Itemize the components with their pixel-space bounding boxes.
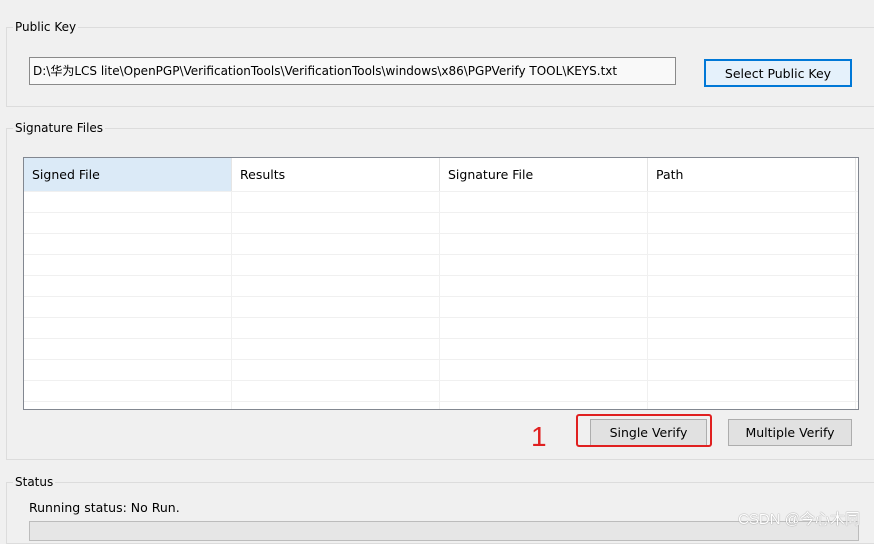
table-row[interactable] (24, 275, 858, 296)
table-row[interactable] (24, 296, 858, 317)
table-row[interactable] (24, 338, 858, 359)
signature-files-group-title: Signature Files (13, 120, 106, 136)
table-cell (24, 234, 232, 254)
table-cell (24, 339, 232, 359)
table-cell (648, 297, 856, 317)
table-cell (440, 402, 648, 409)
table-cell (232, 255, 440, 275)
table-cell (24, 381, 232, 401)
table-row[interactable] (24, 212, 858, 233)
table-cell (440, 360, 648, 380)
table-header: Signed File Results Signature File Path (24, 158, 858, 191)
table-cell (648, 255, 856, 275)
table-row[interactable] (24, 401, 858, 409)
table-body (24, 191, 858, 409)
table-cell (440, 297, 648, 317)
running-status-text: Running status: No Run. (29, 500, 180, 515)
table-cell (24, 192, 232, 212)
table-cell (232, 381, 440, 401)
table-cell (648, 381, 856, 401)
table-cell (648, 213, 856, 233)
table-cell (648, 402, 856, 409)
table-cell (440, 339, 648, 359)
table-cell (648, 276, 856, 296)
table-cell (24, 360, 232, 380)
table-cell (440, 318, 648, 338)
column-header-path[interactable]: Path (648, 158, 856, 191)
table-row[interactable] (24, 317, 858, 338)
progress-bar (29, 521, 859, 541)
table-cell (440, 381, 648, 401)
table-row[interactable] (24, 191, 858, 212)
table-cell (232, 402, 440, 409)
table-cell (24, 213, 232, 233)
table-cell (232, 192, 440, 212)
column-header-results[interactable]: Results (232, 158, 440, 191)
table-cell (232, 213, 440, 233)
status-group-title: Status (13, 474, 56, 490)
table-cell (648, 339, 856, 359)
table-cell (24, 255, 232, 275)
table-row[interactable] (24, 359, 858, 380)
table-cell (232, 297, 440, 317)
table-cell (232, 318, 440, 338)
table-cell (440, 234, 648, 254)
select-public-key-button[interactable]: Select Public Key (704, 59, 852, 87)
highlight-box (576, 414, 712, 447)
table-cell (232, 339, 440, 359)
table-row[interactable] (24, 254, 858, 275)
column-header-signed-file[interactable]: Signed File (24, 158, 232, 191)
table-cell (232, 276, 440, 296)
signature-files-table[interactable]: Signed File Results Signature File Path (23, 157, 859, 410)
step-number-annotation: 1 (531, 421, 547, 452)
table-cell (24, 318, 232, 338)
table-cell (440, 192, 648, 212)
multiple-verify-button[interactable]: Multiple Verify (728, 419, 852, 446)
table-cell (648, 318, 856, 338)
table-cell (648, 360, 856, 380)
public-key-group-title: Public Key (13, 19, 79, 35)
table-cell (232, 360, 440, 380)
table-cell (440, 276, 648, 296)
table-row[interactable] (24, 233, 858, 254)
table-cell (440, 255, 648, 275)
table-cell (24, 297, 232, 317)
table-cell (648, 234, 856, 254)
public-key-path-field[interactable]: D:\华为LCS lite\OpenPGP\VerificationTools\… (29, 57, 676, 85)
table-cell (232, 234, 440, 254)
table-cell (24, 276, 232, 296)
table-row[interactable] (24, 380, 858, 401)
csdn-watermark: CSDN @今心木同 (738, 511, 860, 528)
table-cell (440, 213, 648, 233)
table-cell (24, 402, 232, 409)
column-header-signature-file[interactable]: Signature File (440, 158, 648, 191)
table-cell (648, 192, 856, 212)
